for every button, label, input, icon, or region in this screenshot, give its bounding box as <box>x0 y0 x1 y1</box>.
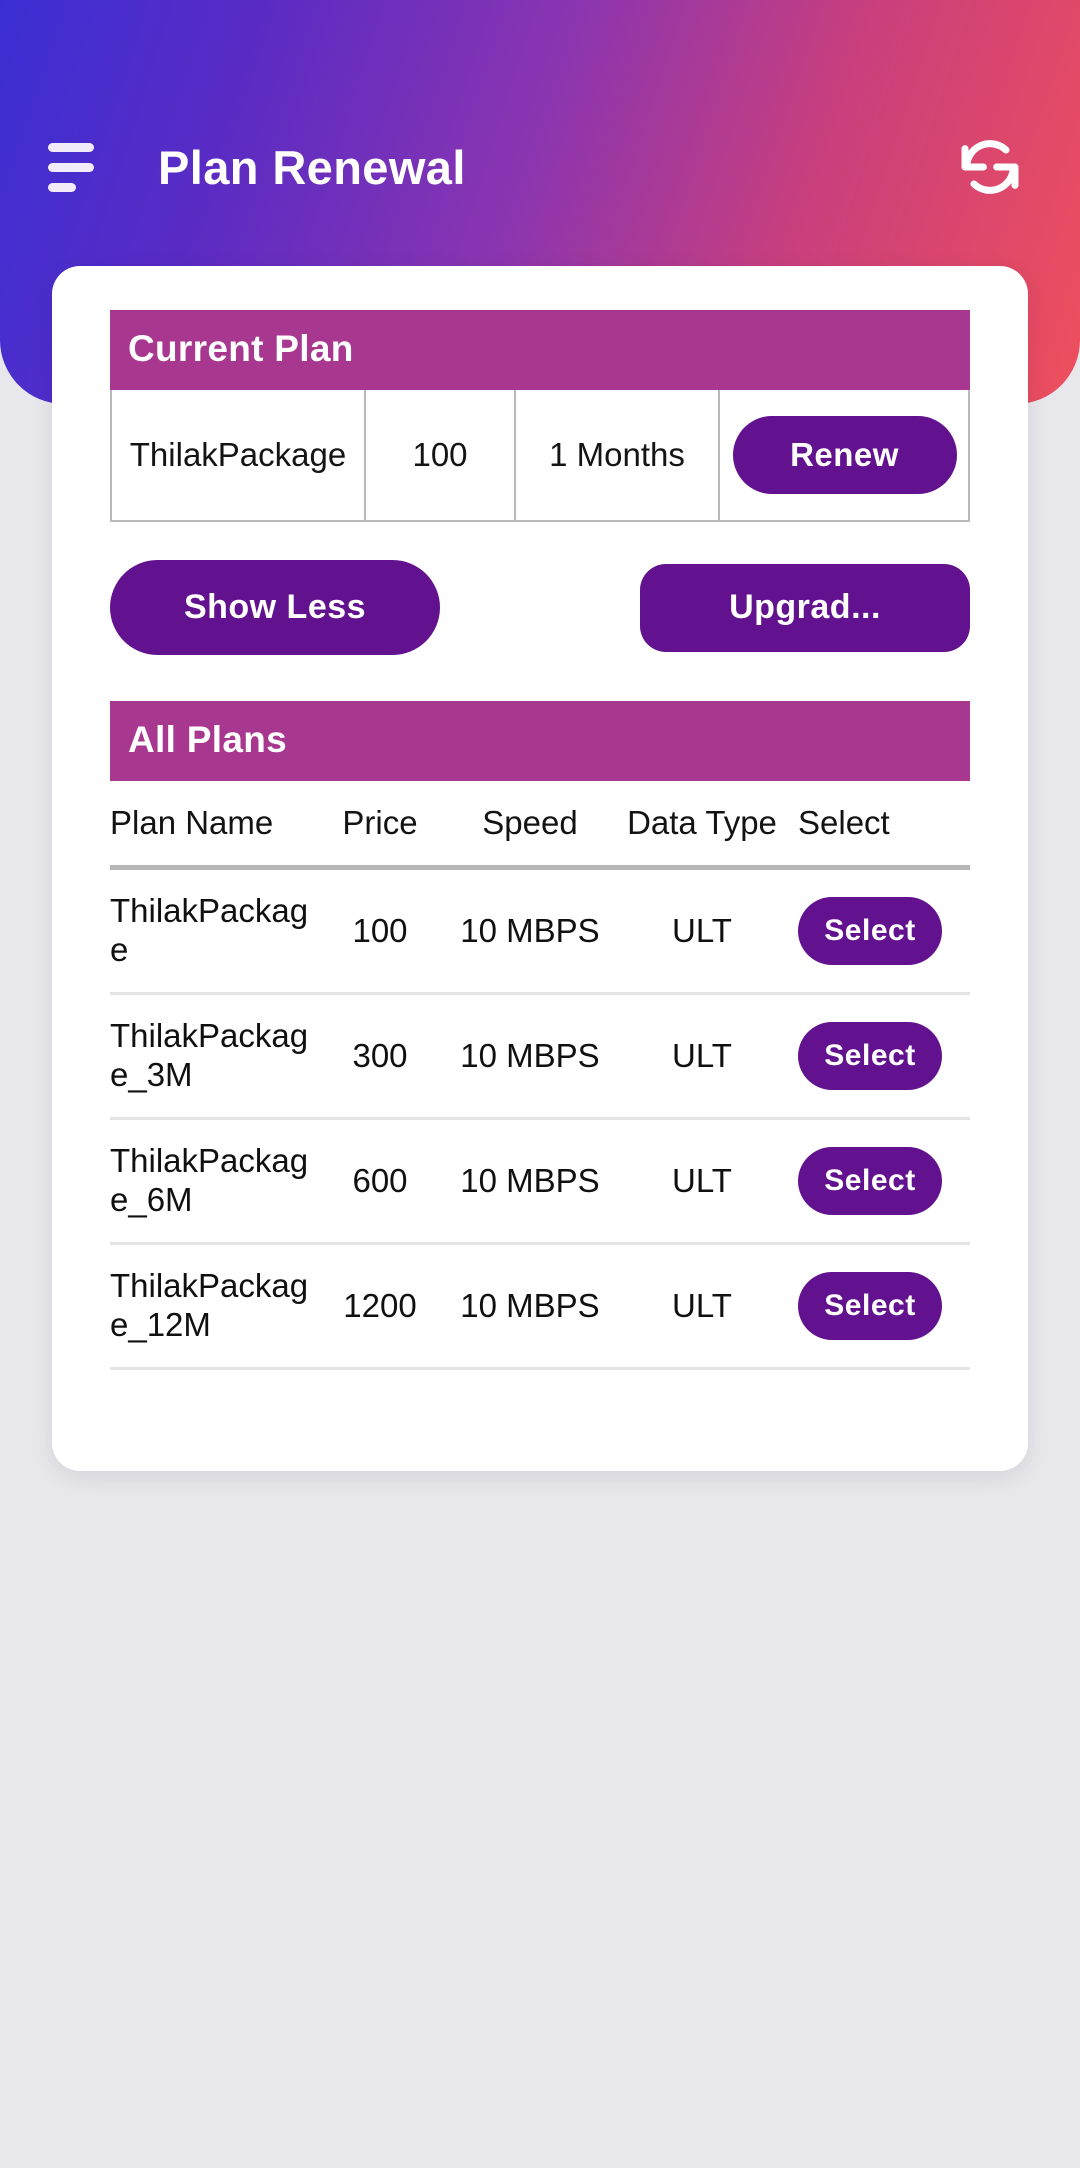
column-header-data-type: Data Type <box>627 804 777 841</box>
plan-select-cell: Select <box>786 897 970 965</box>
upgrade-button[interactable]: Upgrad... <box>640 563 970 652</box>
current-plan-renew-cell: Renew <box>720 390 969 520</box>
plan-select-cell: Select <box>786 1022 970 1090</box>
plan-speed-cell: 10 MBPS <box>460 1162 600 1199</box>
table-row: ThilakPackage 100 10 MBPS ULT Select <box>110 870 970 992</box>
select-plan-button[interactable]: Select <box>798 897 942 965</box>
plan-data-type-cell: ULT <box>672 1162 732 1199</box>
plan-name-text: ThilakPackage_12M <box>110 1267 309 1343</box>
table-row: ThilakPackage_3M 300 10 MBPS ULT Select <box>110 995 970 1117</box>
column-header-speed: Speed <box>482 804 578 841</box>
plan-price-cell: 100 <box>352 912 408 949</box>
hamburger-line-2 <box>48 162 94 172</box>
table-row: ThilakPackage_6M 600 10 MBPS ULT Select <box>110 1120 970 1242</box>
content-card: Current Plan ThilakPackage 100 1 Months … <box>52 266 1028 1471</box>
current-plan-banner: Current Plan <box>110 310 970 390</box>
plan-name-text: ThilakPackage_3M <box>110 1017 309 1093</box>
current-plan-duration: 1 Months <box>516 390 720 520</box>
app-header-row: Plan Renewal <box>0 112 1080 222</box>
table-row: ThilakPackage_12M 1200 10 MBPS ULT Select <box>110 1245 970 1367</box>
hamburger-line-3 <box>48 182 76 192</box>
plan-price-cell: 1200 <box>343 1287 417 1324</box>
plan-data-type-cell: ULT <box>672 912 732 949</box>
column-header-select: Select <box>798 804 890 841</box>
renew-button[interactable]: Renew <box>732 416 957 494</box>
select-plan-button[interactable]: Select <box>798 1147 942 1215</box>
hamburger-line-1 <box>48 142 94 152</box>
column-header-price: Price <box>342 804 418 841</box>
plan-select-cell: Select <box>786 1272 970 1340</box>
action-button-row: Show Less Upgrad... <box>110 560 970 655</box>
plan-data-type-cell: ULT <box>672 1287 732 1324</box>
plan-price-cell: 300 <box>352 1037 408 1074</box>
current-plan-price: 100 <box>366 390 516 520</box>
page-title: Plan Renewal <box>158 140 466 194</box>
plan-name-cell: ThilakPackage <box>110 892 318 970</box>
plan-select-cell: Select <box>786 1147 970 1215</box>
plan-price-cell: 600 <box>352 1162 408 1199</box>
plan-name-text: ThilakPackage_6M <box>110 1142 309 1218</box>
plan-speed-cell: 10 MBPS <box>460 1287 600 1324</box>
plan-speed-cell: 10 MBPS <box>460 1037 600 1074</box>
refresh-sync-glyph <box>961 140 1019 194</box>
all-plans-banner: All Plans <box>110 701 970 781</box>
plan-name-text: ThilakPackage <box>110 892 309 968</box>
column-header-plan-name: Plan Name <box>110 804 274 841</box>
refresh-sync-icon[interactable] <box>948 125 1032 209</box>
all-plans-header-row: Plan Name Price Speed Data Type Select <box>110 781 970 865</box>
row-divider <box>110 1367 970 1370</box>
hamburger-menu-icon[interactable] <box>24 127 120 207</box>
plan-name-cell: ThilakPackage_3M <box>110 1017 318 1095</box>
select-plan-button[interactable]: Select <box>798 1022 942 1090</box>
current-plan-section: Current Plan ThilakPackage 100 1 Months … <box>110 310 970 522</box>
plan-speed-cell: 10 MBPS <box>460 912 600 949</box>
all-plans-body: ThilakPackage 100 10 MBPS ULT Select ThilakPa… <box>110 870 970 1370</box>
plan-name-cell: ThilakPackage_6M <box>110 1142 318 1220</box>
plan-name-cell: ThilakPackage_12M <box>110 1267 318 1345</box>
current-plan-table: ThilakPackage 100 1 Months Renew <box>110 390 970 522</box>
select-plan-button[interactable]: Select <box>798 1272 942 1340</box>
show-less-button[interactable]: Show Less <box>110 560 440 655</box>
current-plan-name: ThilakPackage <box>112 390 366 520</box>
all-plans-section: All Plans Plan Name Price Speed Data Typ… <box>110 701 970 1370</box>
plan-data-type-cell: ULT <box>672 1037 732 1074</box>
